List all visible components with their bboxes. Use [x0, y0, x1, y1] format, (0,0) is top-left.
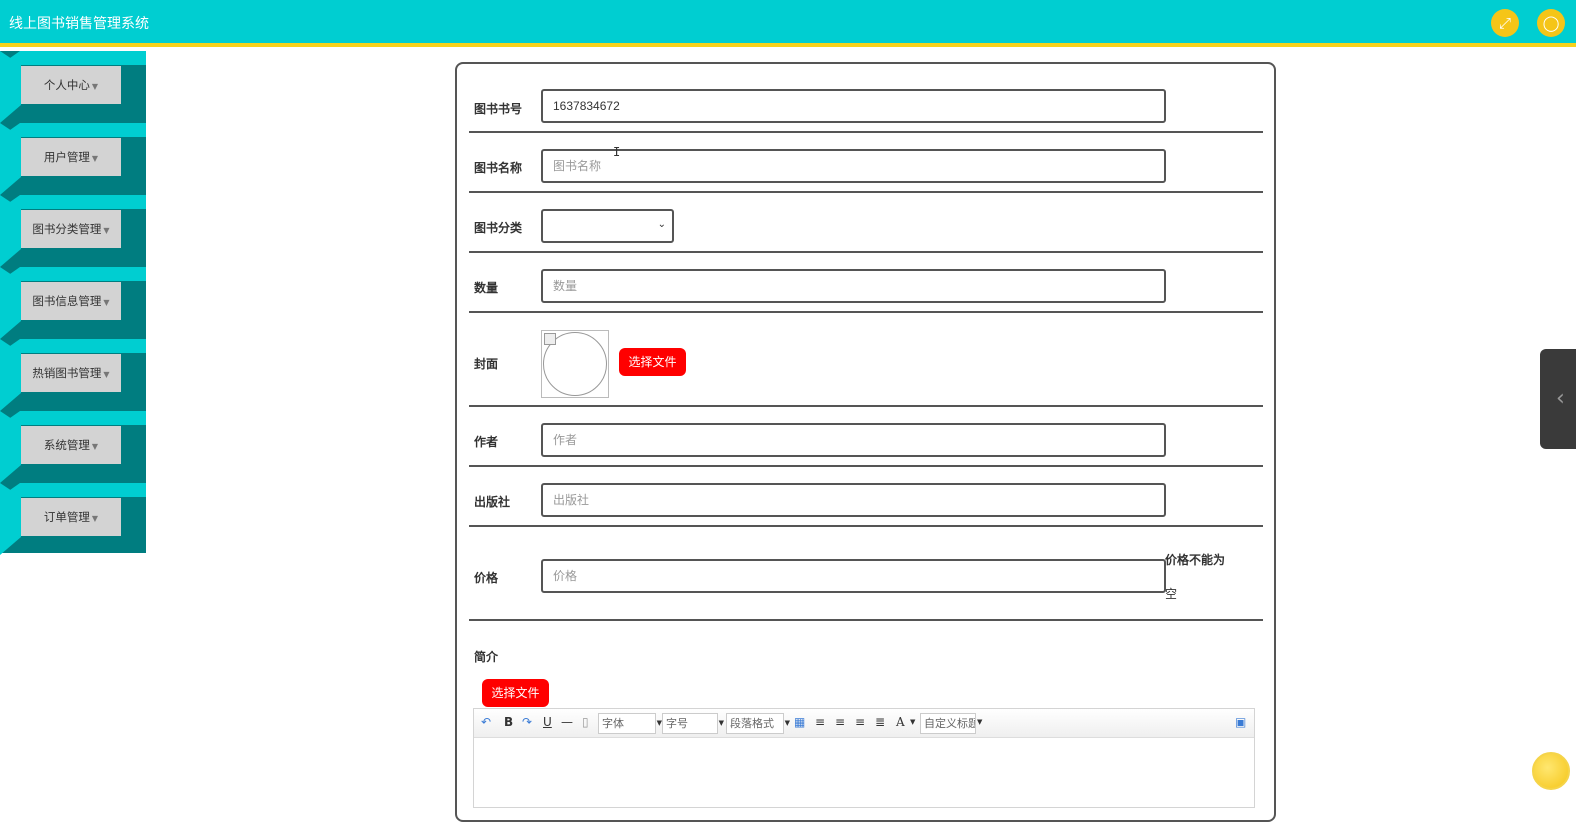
caret-down-icon: ▼ [718, 719, 724, 727]
book-no-label: 图书书号 [474, 102, 523, 116]
redo-icon[interactable]: ↷ [522, 715, 532, 729]
book-name-label: 图书名称 [474, 161, 523, 175]
caret-down-icon: ▼ [91, 514, 99, 523]
quantity-input[interactable] [541, 269, 1166, 303]
sidebar-item-label: 用户管理 [43, 150, 90, 164]
sidebar-button[interactable]: 热销图书管理 ▼ [21, 354, 121, 392]
intro-choose-file-button[interactable]: 选择文件 [482, 679, 549, 707]
author-input[interactable] [541, 423, 1166, 457]
cover-label: 封面 [474, 357, 499, 371]
sidebar-button[interactable]: 订单管理 ▼ [21, 498, 121, 536]
paragraph-format-select[interactable]: 段落格式 ▼ [726, 713, 790, 734]
text-cursor-icon: I [613, 145, 621, 159]
paragraph-format-select-label: 段落格式 [730, 717, 774, 730]
intro-label: 简介 [474, 650, 499, 664]
font-family-select[interactable]: 字体 ▼ [598, 713, 662, 734]
sidebar-button[interactable]: 个人中心 ▼ [21, 66, 121, 104]
custom-title-select-label: 自定义标题 [924, 717, 976, 730]
form-row-cover: 封面 选择文件 [469, 313, 1263, 407]
price-error-message-cont: 空 [1165, 587, 1178, 601]
sidebar-item-personal-center[interactable]: 个人中心 ▼ [0, 51, 146, 123]
sidebar-button[interactable]: 图书分类管理 ▼ [21, 210, 121, 248]
form-row-book-name: 图书名称 [469, 133, 1263, 193]
table-icon[interactable]: ▦ [794, 715, 805, 729]
chevron-left-icon: ‹ [1556, 386, 1565, 411]
caret-down-icon: ▼ [103, 298, 110, 307]
caret-down-icon: ▼ [91, 442, 99, 451]
fullscreen-icon[interactable]: ▣ [1235, 715, 1246, 729]
sidebar-item-label: 热销图书管理 [32, 366, 102, 380]
caret-down-icon: ▼ [103, 370, 110, 379]
sidebar-item-hot-books-management[interactable]: 热销图书管理 ▼ [0, 339, 146, 411]
book-form: 图书书号 图书名称 图书分类 ⌄ 数量 封面 选择文件 作者 出版社 价格 [455, 62, 1276, 822]
form-row-publisher: 出版社 [469, 467, 1263, 527]
price-error-message: 价格不能为 [1165, 553, 1226, 567]
top-bar: 线上图书销售管理系统 ⤢ ◯ [0, 0, 1576, 47]
horizontal-rule-icon[interactable]: — [561, 715, 573, 729]
sidebar-item-label: 订单管理 [43, 510, 90, 524]
publisher-label: 出版社 [474, 495, 511, 509]
sidebar-item-label: 系统管理 [43, 438, 90, 452]
expand-icon[interactable]: ⤢ [1491, 9, 1519, 37]
sidebar-button[interactable]: 用户管理 ▼ [21, 138, 121, 176]
cover-choose-file-button[interactable]: 选择文件 [619, 348, 686, 376]
editor-toolbar: ↶ B ↷ U — ▯ 字体 ▼ 字号 ▼ 段落格式 ▼ ▦ ≡ ≡ ≡ ≣ A ▼ … [474, 709, 1254, 738]
sidebar-item-label: 个人中心 [43, 78, 90, 92]
align-justify-icon[interactable]: ≣ [875, 715, 885, 729]
cover-image-preview [541, 330, 609, 398]
form-row-book-no: 图书书号 [469, 64, 1263, 133]
sidebar-item-label: 图书信息管理 [32, 294, 102, 308]
caret-down-icon[interactable]: ▼ [910, 718, 915, 726]
quantity-label: 数量 [474, 281, 499, 295]
caret-down-icon: ▼ [784, 719, 790, 727]
sidebar: 个人中心 ▼ 用户管理 ▼ 图书分类管理 ▼ 图书信息管理 ▼ 热销图书管理 ▼ 系统管理… [0, 51, 146, 555]
undo-icon[interactable]: ↶ [481, 715, 491, 729]
category-select[interactable]: ⌄ [541, 209, 674, 243]
document-icon[interactable]: ▯ [582, 715, 589, 729]
sidebar-item-category-management[interactable]: 图书分类管理 ▼ [0, 195, 146, 267]
sidebar-item-book-info-management[interactable]: 图书信息管理 ▼ [0, 267, 146, 339]
sidebar-button[interactable]: 图书信息管理 ▼ [21, 282, 121, 320]
caret-down-icon[interactable]: ▼ [977, 718, 982, 726]
bold-button[interactable]: B [504, 715, 513, 729]
book-name-input[interactable] [541, 149, 1166, 183]
font-color-button[interactable]: A [896, 715, 905, 729]
form-row-quantity: 数量 [469, 253, 1263, 313]
publisher-input[interactable] [541, 483, 1166, 517]
caret-down-icon: ▼ [103, 226, 110, 235]
author-label: 作者 [474, 435, 499, 449]
caret-down-icon: ▼ [91, 82, 99, 91]
sidebar-item-label: 图书分类管理 [32, 222, 102, 236]
price-label: 价格 [474, 571, 499, 585]
align-right-icon[interactable]: ≡ [835, 715, 845, 729]
sidebar-button[interactable]: 系统管理 ▼ [21, 426, 121, 464]
book-no-input[interactable] [541, 89, 1166, 123]
price-input[interactable] [541, 559, 1166, 593]
chevron-down-icon: ⌄ [657, 219, 666, 230]
sidebar-item-order-management[interactable]: 订单管理 ▼ [0, 483, 146, 555]
font-family-select-label: 字体 [602, 717, 624, 730]
rich-text-editor: ↶ B ↷ U — ▯ 字体 ▼ 字号 ▼ 段落格式 ▼ ▦ ≡ ≡ ≡ ≣ A ▼ … [473, 708, 1255, 808]
form-row-category: 图书分类 ⌄ [469, 193, 1263, 253]
form-row-author: 作者 [469, 407, 1263, 467]
align-left-icon[interactable]: ≡ [815, 715, 825, 729]
side-panel-toggle[interactable]: ‹ [1540, 349, 1576, 449]
caret-down-icon: ▼ [91, 154, 99, 163]
sidebar-item-user-management[interactable]: 用户管理 ▼ [0, 123, 146, 195]
custom-title-select[interactable]: 自定义标题 [920, 713, 976, 734]
category-label: 图书分类 [474, 221, 523, 235]
app-title: 线上图书销售管理系统 [9, 16, 149, 32]
form-row-price: 价格 价格不能为 空 [469, 527, 1263, 621]
user-icon[interactable]: ◯ [1537, 9, 1565, 37]
font-size-select[interactable]: 字号 ▼ [662, 713, 724, 734]
broken-image-icon [544, 333, 556, 345]
align-center-icon[interactable]: ≡ [855, 715, 865, 729]
underline-button[interactable]: U [543, 715, 552, 729]
font-size-select-label: 字号 [666, 717, 688, 730]
sidebar-item-system-management[interactable]: 系统管理 ▼ [0, 411, 146, 483]
floating-ball-icon[interactable] [1532, 752, 1570, 790]
